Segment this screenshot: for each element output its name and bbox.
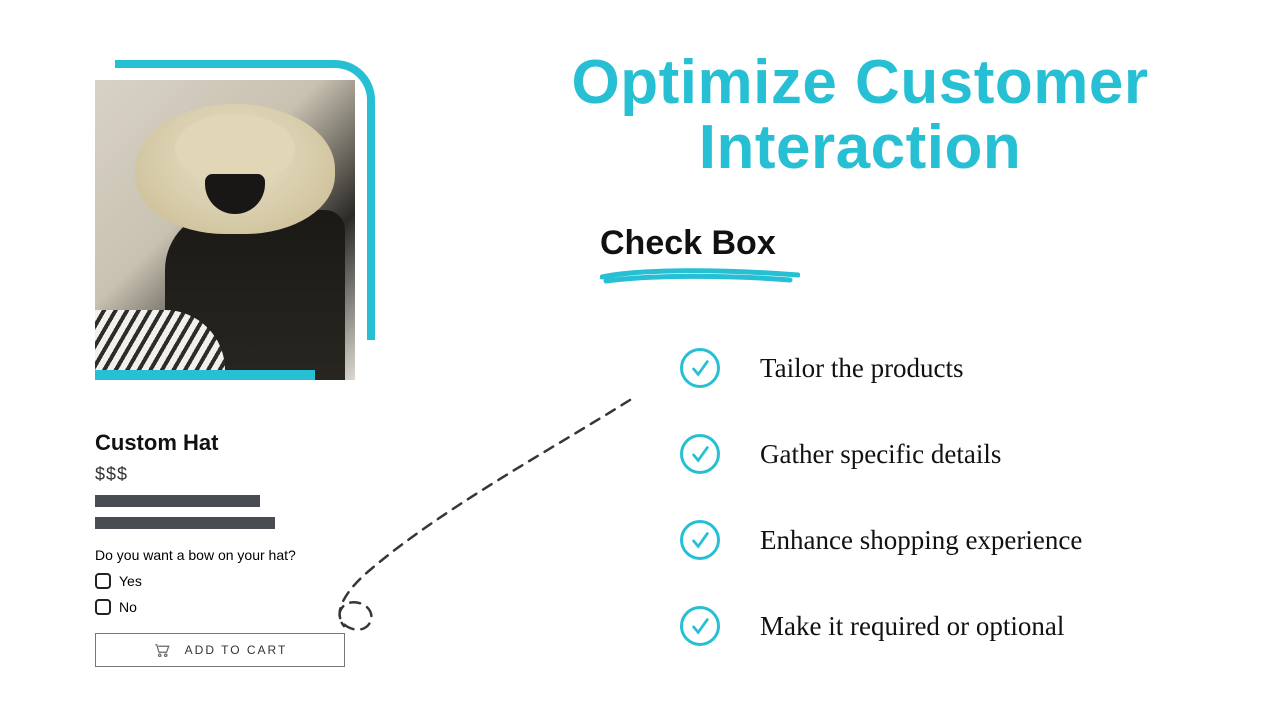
checkbox-icon	[95, 573, 111, 589]
product-image-frame	[95, 60, 375, 390]
check-circle-icon	[680, 520, 720, 560]
feature-text: Make it required or optional	[760, 611, 1064, 642]
product-price: $$$	[95, 464, 395, 485]
feature-text: Enhance shopping experience	[760, 525, 1082, 556]
feature-item: Enhance shopping experience	[680, 520, 1082, 560]
checkbox-label: No	[119, 599, 137, 615]
checkbox-icon	[95, 599, 111, 615]
headline: Optimize Customer Interaction	[470, 50, 1250, 180]
check-circle-icon	[680, 348, 720, 388]
feature-text: Gather specific details	[760, 439, 1001, 470]
placeholder-line	[95, 517, 275, 529]
cart-icon	[153, 642, 171, 658]
subtitle: Check Box	[600, 224, 800, 263]
subtitle-group: Check Box	[600, 224, 800, 290]
add-to-cart-button[interactable]: ADD TO CART	[95, 633, 345, 667]
frame-accent-bar	[95, 370, 315, 380]
product-image	[95, 80, 355, 380]
check-circle-icon	[680, 434, 720, 474]
product-option-question: Do you want a bow on your hat?	[95, 547, 395, 563]
feature-item: Tailor the products	[680, 348, 1082, 388]
product-title: Custom Hat	[95, 430, 395, 456]
product-card: Custom Hat $$$ Do you want a bow on your…	[95, 60, 395, 667]
underline-scribble-icon	[600, 265, 800, 285]
add-to-cart-label: ADD TO CART	[185, 643, 288, 657]
feature-list: Tailor the products Gather specific deta…	[680, 348, 1082, 646]
feature-item: Gather specific details	[680, 434, 1082, 474]
placeholder-line	[95, 495, 260, 507]
checkbox-label: Yes	[119, 573, 142, 589]
checkbox-option-no[interactable]: No	[95, 599, 395, 615]
checkbox-option-yes[interactable]: Yes	[95, 573, 395, 589]
feature-item: Make it required or optional	[680, 606, 1082, 646]
check-circle-icon	[680, 606, 720, 646]
feature-text: Tailor the products	[760, 353, 964, 384]
